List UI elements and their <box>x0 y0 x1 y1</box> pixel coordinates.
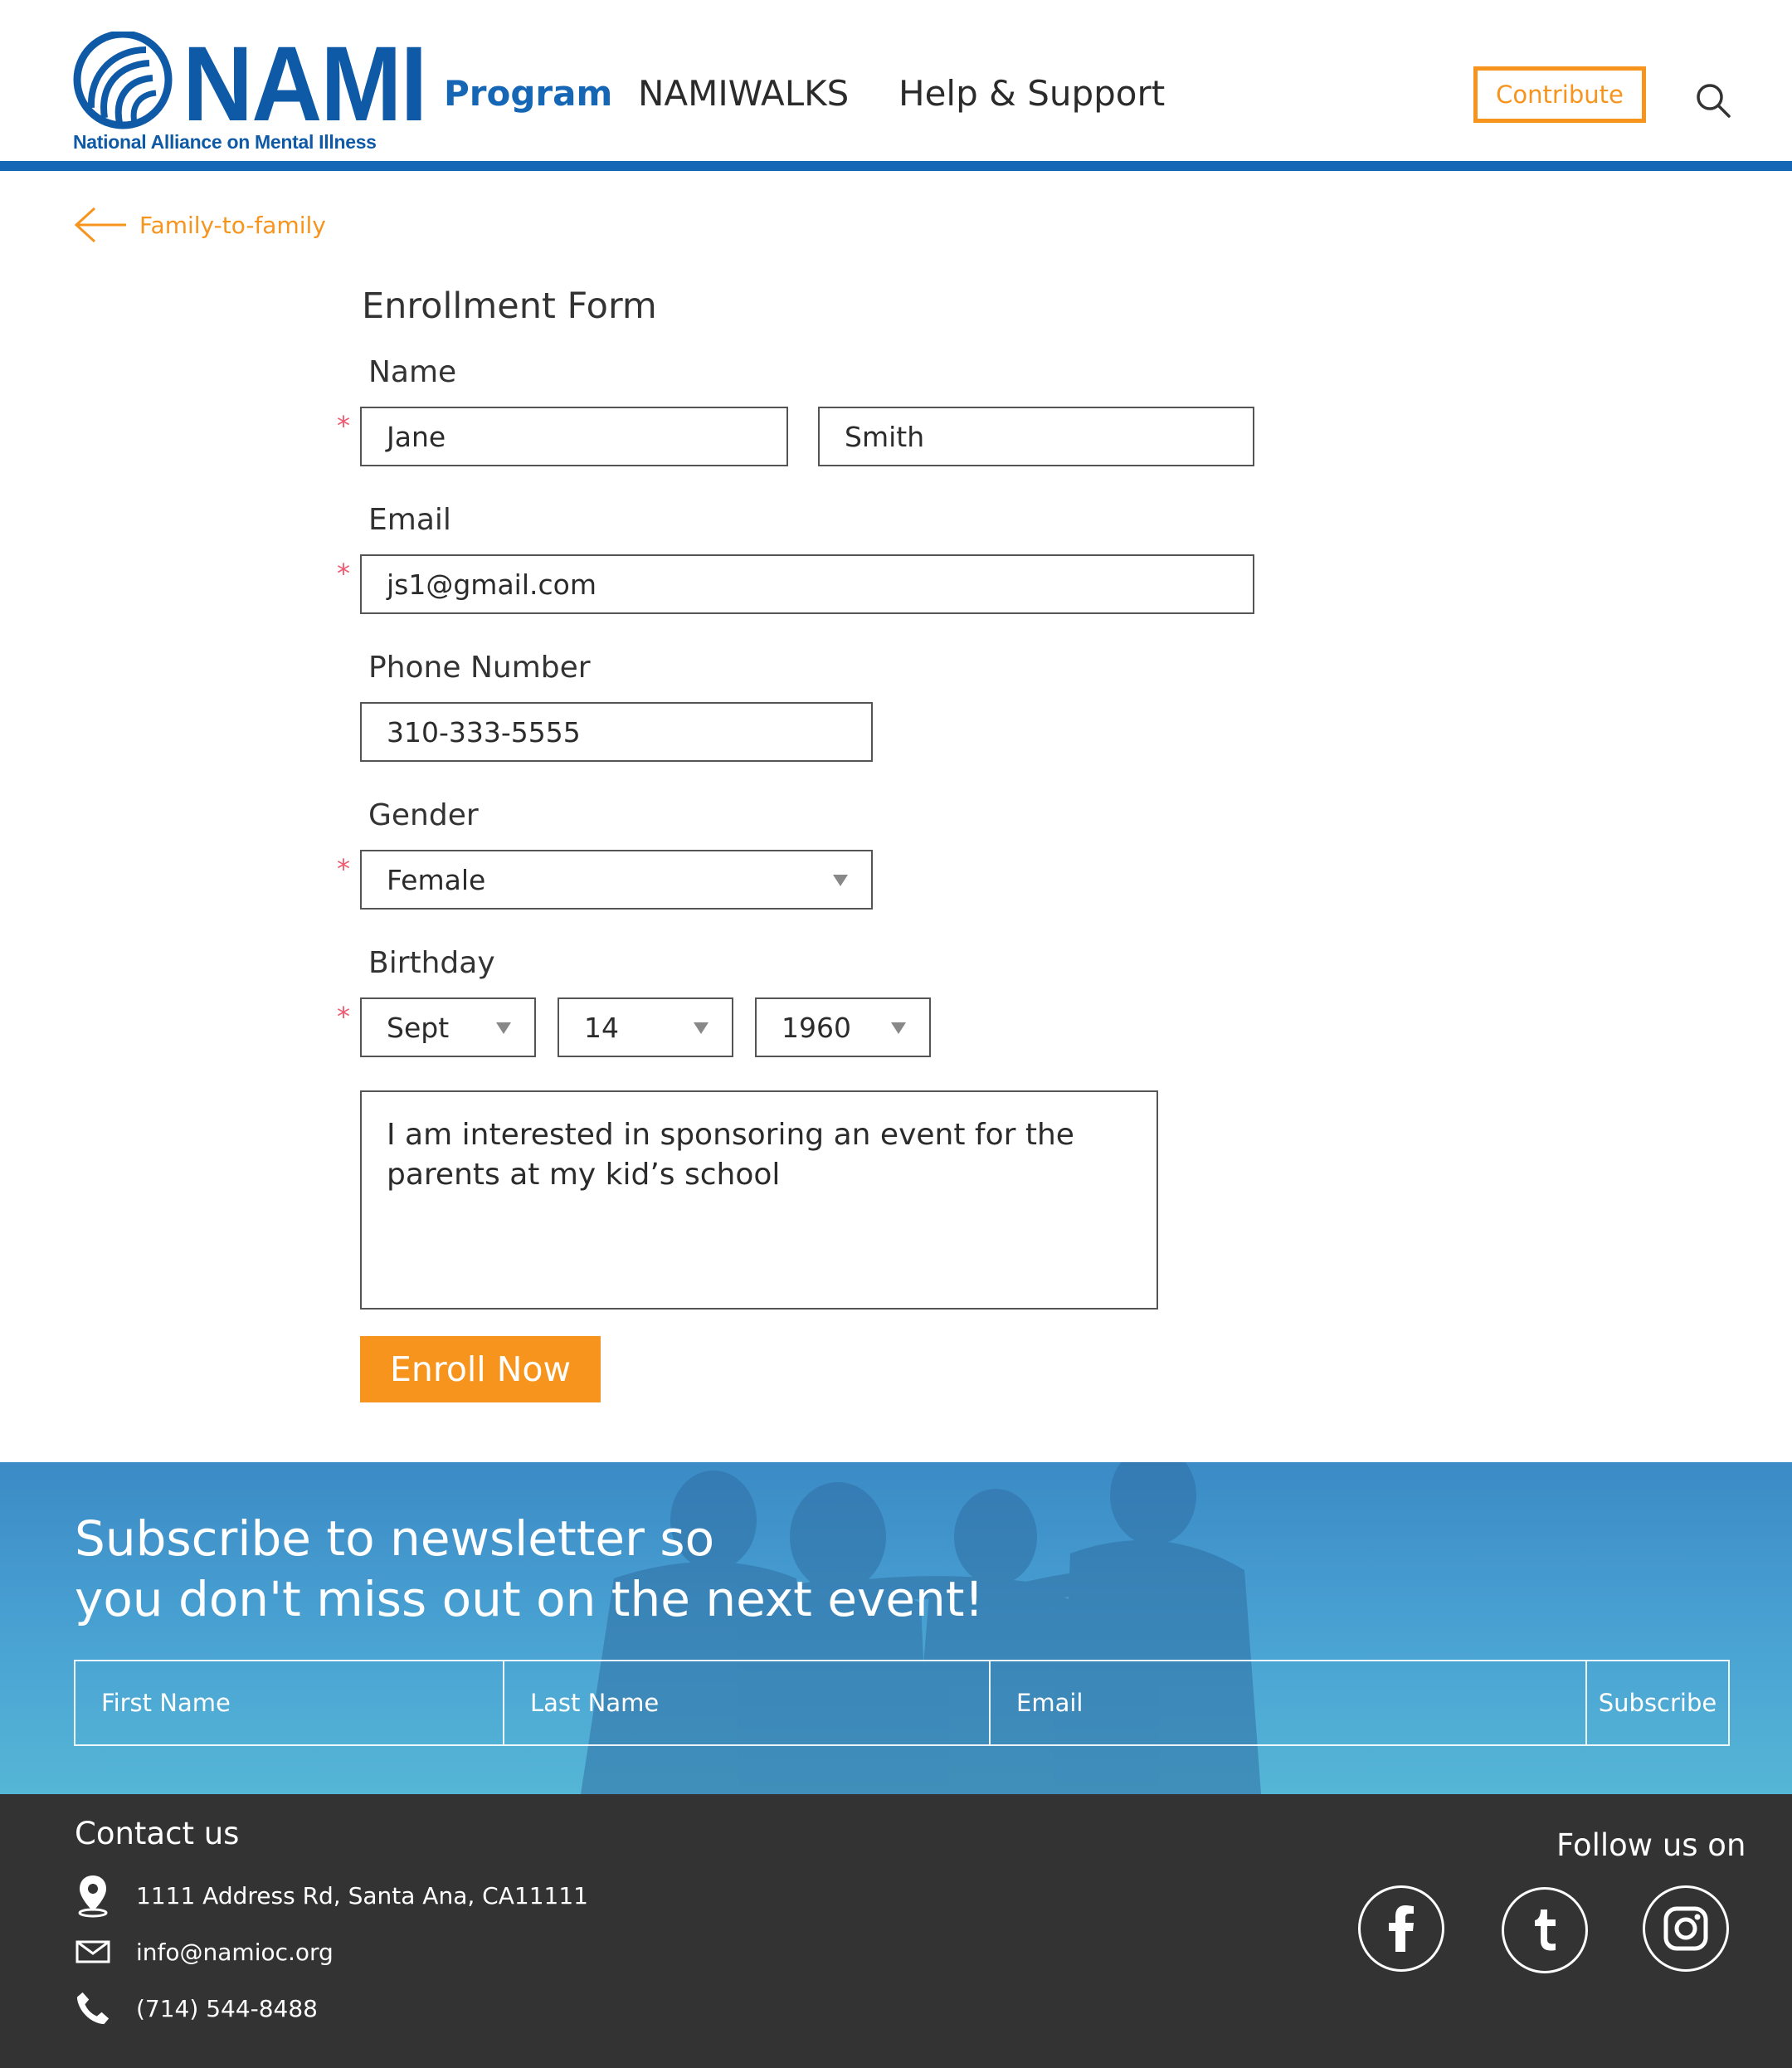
phone-input[interactable]: 310-333-5555 <box>360 702 873 762</box>
gender-label: Gender <box>368 798 479 832</box>
newsletter-heading: Subscribe to newsletter so you don't mis… <box>75 1509 1070 1630</box>
subscribe-form: First Name Last Name Email Subscribe <box>74 1660 1730 1746</box>
nav-item-namiwalks[interactable]: NAMIWALKS <box>638 73 849 114</box>
phone-icon <box>75 1987 111 2030</box>
nami-swirl-icon <box>73 32 173 129</box>
contact-address: 1111 Address Rd, Santa Ana, CA11111 <box>75 1874 588 1918</box>
contribute-button[interactable]: Contribute <box>1473 66 1646 123</box>
dropdown-arrow-icon <box>496 1022 511 1034</box>
facebook-icon <box>1389 1905 1414 1952</box>
site-footer: Contact us 1111 Address Rd, Santa Ana, C… <box>0 1794 1792 2068</box>
required-marker: * <box>337 853 350 885</box>
gender-value: Female <box>387 863 486 896</box>
subscribe-button[interactable]: Subscribe <box>1587 1661 1728 1744</box>
required-marker: * <box>337 558 350 589</box>
birth-year-select[interactable]: 1960 <box>755 997 931 1057</box>
dropdown-arrow-icon <box>891 1022 906 1034</box>
newsletter-first-name-input[interactable]: First Name <box>75 1661 504 1744</box>
newsletter-last-name-input[interactable]: Last Name <box>504 1661 991 1744</box>
required-marker: * <box>337 1001 350 1032</box>
mail-icon <box>75 1930 111 1973</box>
search-icon <box>1697 84 1731 118</box>
contact-title: Contact us <box>75 1816 240 1851</box>
email-text: info@namioc.org <box>136 1938 334 1966</box>
instagram-link[interactable] <box>1643 1885 1729 1972</box>
nav-item-program[interactable]: Program <box>444 73 612 114</box>
birth-year-value: 1960 <box>782 1011 851 1044</box>
birth-day-select[interactable]: 14 <box>558 997 733 1057</box>
contact-phone[interactable]: (714) 544-8488 <box>75 1987 318 2030</box>
name-label: Name <box>368 355 457 389</box>
phone-label: Phone Number <box>368 651 591 685</box>
search-button[interactable] <box>1694 81 1732 119</box>
enroll-now-button[interactable]: Enroll Now <box>360 1336 601 1402</box>
form-title: Enrollment Form <box>362 285 657 327</box>
email-label: Email <box>368 503 451 537</box>
required-marker: * <box>337 410 350 441</box>
birth-day-value: 14 <box>584 1011 619 1044</box>
contact-email[interactable]: info@namioc.org <box>75 1930 334 1973</box>
site-header: NAMI National Alliance on Mental Illness… <box>0 0 1792 171</box>
nav-item-help-support[interactable]: Help & Support <box>898 73 1165 114</box>
logo-wordmark: NAMI <box>183 25 427 144</box>
back-link[interactable]: Family-to-family <box>73 206 326 244</box>
birth-month-value: Sept <box>387 1011 450 1044</box>
facebook-link[interactable] <box>1358 1885 1444 1972</box>
tumblr-icon <box>1535 1909 1556 1951</box>
newsletter-heading-line1: Subscribe to newsletter so <box>75 1510 715 1567</box>
location-pin-icon <box>75 1874 111 1918</box>
email-input[interactable]: js1@gmail.com <box>360 554 1254 614</box>
back-link-label: Family-to-family <box>139 211 326 239</box>
last-name-input[interactable]: Smith <box>818 407 1254 466</box>
address-text: 1111 Address Rd, Santa Ana, CA11111 <box>136 1881 588 1909</box>
phone-text: (714) 544-8488 <box>136 1994 318 2022</box>
follow-title: Follow us on <box>1556 1827 1746 1863</box>
dropdown-arrow-icon <box>694 1022 709 1034</box>
newsletter-email-input[interactable]: Email <box>991 1661 1587 1744</box>
dropdown-arrow-icon <box>833 875 848 886</box>
instagram-icon <box>1663 1906 1708 1951</box>
arrow-left-icon <box>74 207 126 243</box>
message-textarea[interactable]: I am interested in sponsoring an event f… <box>360 1090 1158 1310</box>
nami-logo[interactable]: NAMI National Alliance on Mental Illness <box>73 30 427 154</box>
logo-tagline: National Alliance on Mental Illness <box>73 131 377 153</box>
birth-month-select[interactable]: Sept <box>360 997 536 1057</box>
first-name-input[interactable]: Jane <box>360 407 788 466</box>
tumblr-link[interactable] <box>1502 1887 1588 1973</box>
birthday-label: Birthday <box>368 946 495 980</box>
newsletter-section: Subscribe to newsletter so you don't mis… <box>0 1462 1792 1794</box>
newsletter-heading-line2: you don't miss out on the next event! <box>75 1571 984 1627</box>
gender-select[interactable]: Female <box>360 850 873 910</box>
